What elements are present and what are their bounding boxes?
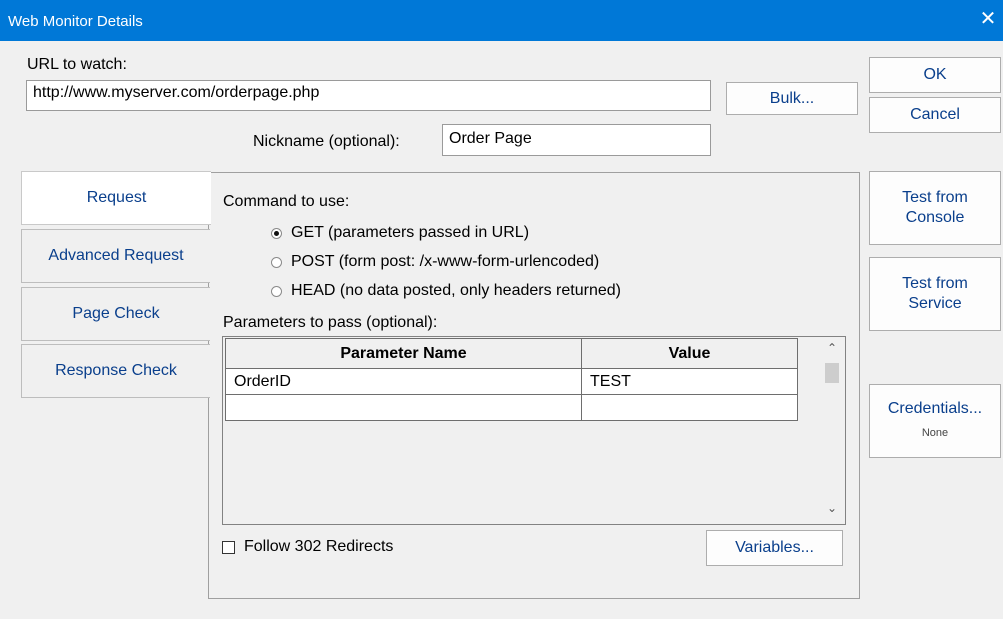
column-header-value[interactable]: Value xyxy=(581,338,798,369)
radio-post-label: POST (form post: /x-www-form-urlencoded) xyxy=(291,253,600,270)
tab-response-check-label: Response Check xyxy=(55,362,177,379)
radio-head-indicator[interactable] xyxy=(271,285,282,297)
table-row xyxy=(225,394,798,421)
ok-button[interactable]: OK xyxy=(869,57,1001,93)
test-console-line2: Console xyxy=(905,209,965,226)
params-grid: Parameter Name Value OrderID TEST ⌃ ⌄ xyxy=(222,336,846,525)
credentials-status: None xyxy=(921,427,949,439)
tab-request-label: Request xyxy=(86,189,147,206)
radio-post[interactable]: POST (form post: /x-www-form-urlencoded) xyxy=(271,253,599,271)
column-header-parameter-name[interactable]: Parameter Name xyxy=(225,338,582,369)
cancel-button[interactable]: Cancel xyxy=(869,97,1001,133)
radio-get[interactable]: GET (parameters passed in URL) xyxy=(271,224,529,242)
follow-redirects-label: Follow 302 Redirects xyxy=(244,538,394,555)
cell-value[interactable] xyxy=(581,394,798,421)
radio-post-indicator[interactable] xyxy=(271,256,282,268)
credentials-button[interactable]: Credentials... None xyxy=(869,384,1001,458)
params-label: Parameters to pass (optional): xyxy=(223,314,438,331)
variables-button[interactable]: Variables... xyxy=(706,530,843,566)
credentials-label: Credentials... xyxy=(887,400,983,417)
radio-get-indicator[interactable] xyxy=(271,227,282,239)
scroll-thumb[interactable] xyxy=(825,363,839,383)
test-service-line1: Test from xyxy=(902,275,968,292)
test-from-console-button[interactable]: Test from Console xyxy=(869,171,1001,245)
radio-head-label: HEAD (no data posted, only headers retur… xyxy=(291,282,621,299)
tab-page-check[interactable]: Page Check xyxy=(21,287,210,341)
follow-redirects-box[interactable] xyxy=(222,540,235,554)
url-label: URL to watch: xyxy=(27,56,127,73)
radio-head[interactable]: HEAD (no data posted, only headers retur… xyxy=(271,282,621,300)
command-label: Command to use: xyxy=(223,193,350,210)
scroll-up-icon[interactable]: ⌃ xyxy=(819,341,845,355)
tab-request[interactable]: Request xyxy=(21,171,211,225)
nickname-label: Nickname (optional): xyxy=(253,133,400,150)
bulk-button[interactable]: Bulk... xyxy=(726,82,858,115)
tab-advanced-request-label: Advanced Request xyxy=(48,247,184,264)
radio-get-label: GET (parameters passed in URL) xyxy=(291,224,530,241)
test-console-line1: Test from xyxy=(902,189,968,206)
close-icon[interactable]: ✕ xyxy=(973,6,1003,31)
cell-parameter-name[interactable]: OrderID xyxy=(225,368,582,395)
scroll-down-icon[interactable]: ⌄ xyxy=(819,501,845,515)
cell-value[interactable]: TEST xyxy=(581,368,798,395)
tab-advanced-request[interactable]: Advanced Request xyxy=(21,229,210,283)
table-row: OrderID TEST xyxy=(225,368,798,395)
test-from-service-button[interactable]: Test from Service xyxy=(869,257,1001,331)
tab-response-check[interactable]: Response Check xyxy=(21,344,210,398)
nickname-input[interactable]: Order Page xyxy=(442,124,711,156)
title-bar: Web Monitor Details ✕ xyxy=(0,0,1003,41)
test-service-line2: Service xyxy=(908,295,962,312)
cell-parameter-name[interactable] xyxy=(225,394,582,421)
url-input[interactable]: http://www.myserver.com/orderpage.php xyxy=(26,80,711,111)
grid-scrollbar[interactable]: ⌃ ⌄ xyxy=(819,337,845,524)
tab-page-check-label: Page Check xyxy=(72,305,160,322)
window-title: Web Monitor Details xyxy=(8,13,143,30)
params-table: Parameter Name Value OrderID TEST xyxy=(225,338,798,421)
follow-redirects-checkbox[interactable]: Follow 302 Redirects xyxy=(222,538,393,556)
